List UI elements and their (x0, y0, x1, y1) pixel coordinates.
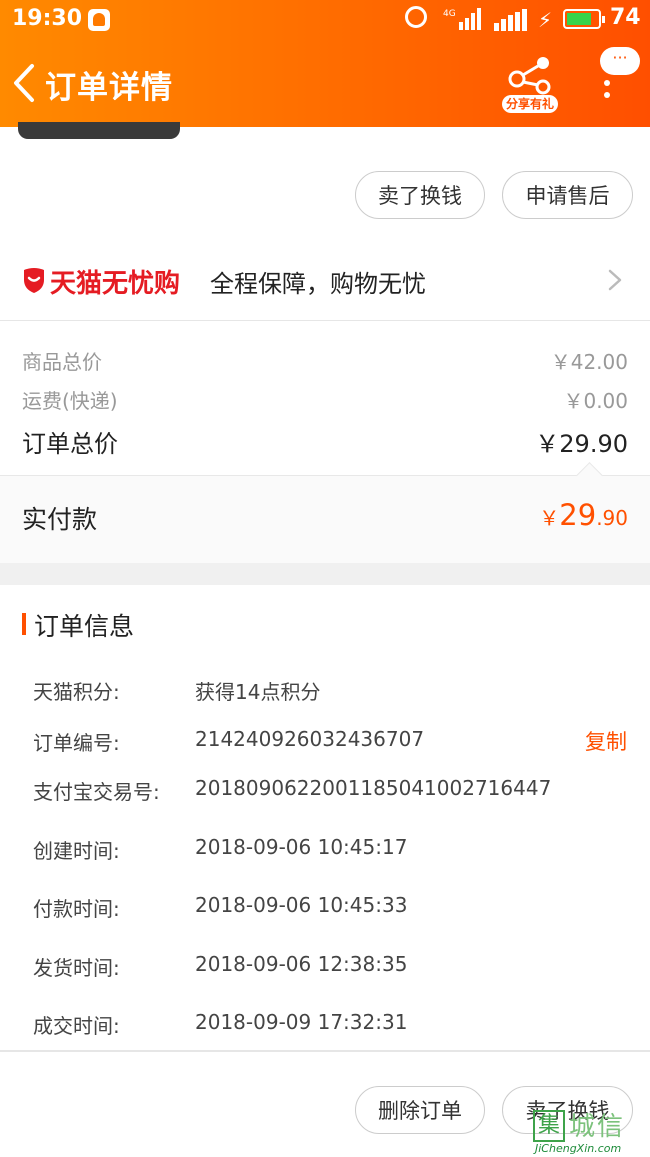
site-watermark: 集 城信 JiChengXin.com (533, 1100, 650, 1155)
paid-decimal: .90 (596, 506, 628, 530)
caret-decoration (576, 462, 603, 489)
goods-total-label: 商品总价 (22, 350, 102, 374)
more-dot (604, 80, 610, 86)
amount-paid-value: ￥29.90 (539, 498, 628, 532)
apply-after-sales-button[interactable]: 申请售后 (502, 171, 633, 219)
info-row-shipped-time: 发货时间: 2018-09-06 12:38:35 (33, 952, 633, 982)
watermark-logo-icon: 集 (533, 1110, 565, 1142)
signal-icon (494, 9, 527, 31)
sell-for-cash-button[interactable]: 卖了换钱 (355, 171, 485, 219)
more-dot (604, 92, 610, 98)
guarantee-text: 全程保障，购物无忧 (210, 270, 426, 298)
info-value: 2018-09-06 12:38:35 (195, 952, 408, 976)
info-row-alipay-trade-no: 支付宝交易号: 2018090622001185041002716447 (33, 776, 633, 806)
info-value: 获得14点积分 (195, 680, 321, 704)
info-key: 付款时间: (33, 897, 120, 921)
guarantee-row[interactable]: 天猫无忧购 全程保障，购物无忧 (0, 240, 650, 321)
page-title: 订单详情 (45, 70, 173, 106)
status-time: 19:30 (12, 6, 83, 31)
info-row-points: 天猫积分: 获得14点积分 (33, 676, 633, 706)
info-value: 2018-09-09 17:32:31 (195, 1010, 408, 1034)
shipping-label: 运费(快递) (22, 389, 118, 413)
share-button[interactable]: 分享有礼 (498, 55, 566, 117)
watermark-en: JiChengXin.com (535, 1142, 622, 1155)
info-key: 天猫积分: (33, 680, 120, 704)
alarm-icon (405, 6, 427, 28)
share-icon (508, 57, 551, 95)
section-divider (0, 563, 650, 585)
info-key: 订单编号: (33, 731, 120, 755)
back-icon[interactable] (10, 62, 40, 104)
message-bubble-icon: ··· (600, 47, 640, 75)
amount-paid-label: 实付款 (22, 505, 98, 534)
info-row-order-number: 订单编号: 214240926032436707 (33, 727, 633, 757)
share-label: 分享有礼 (502, 95, 559, 113)
delete-order-button[interactable]: 删除订单 (355, 1086, 485, 1134)
shipping-row: 运费(快递) ￥0.00 (22, 385, 628, 413)
goods-total-row: 商品总价 ￥42.00 (22, 346, 628, 374)
amount-paid-box: 实付款 ￥29.90 (0, 462, 650, 564)
battery-icon (563, 9, 605, 29)
heading-accent-bar (22, 613, 26, 635)
info-key: 成交时间: (33, 1014, 120, 1038)
more-button[interactable]: ··· (594, 42, 644, 102)
charging-icon: ⚡ (538, 8, 553, 32)
paid-currency: ￥ (539, 506, 560, 530)
goods-total-value: ￥42.00 (550, 350, 628, 374)
order-total-label: 订单总价 (22, 430, 118, 458)
app-header: 19:30 4G ⚡ 74 订单详情 分享有礼 ··· (0, 0, 650, 127)
notification-icon (88, 9, 110, 31)
network-4g-icon: 4G (443, 8, 481, 30)
guarantee-brand: 天猫无忧购 (50, 269, 181, 299)
info-key: 支付宝交易号: (33, 780, 160, 804)
network-type-label: 4G (443, 9, 456, 19)
info-row-created-time: 创建时间: 2018-09-06 10:45:17 (33, 835, 633, 865)
info-key: 发货时间: (33, 956, 120, 980)
paid-integer: 29 (559, 498, 597, 532)
info-value: 2018090622001185041002716447 (195, 776, 552, 800)
watermark-cn: 城信 (569, 1112, 626, 1142)
copy-order-number-button[interactable]: 复制 (585, 726, 627, 756)
battery-percent: 74 (610, 5, 641, 30)
info-value: 2018-09-06 10:45:33 (195, 893, 408, 917)
product-thumbnail[interactable] (18, 122, 180, 139)
info-row-completed-time: 成交时间: 2018-09-09 17:32:31 (33, 1010, 633, 1040)
tmall-shield-icon (24, 268, 44, 293)
info-value: 2018-09-06 10:45:17 (195, 835, 408, 859)
shipping-value: ￥0.00 (563, 389, 628, 413)
chevron-right-icon (608, 269, 622, 291)
order-total-row: 订单总价 ￥29.90 (22, 424, 628, 458)
info-key: 创建时间: (33, 839, 120, 863)
order-total-value: ￥29.90 (535, 430, 628, 458)
info-value[interactable]: 214240926032436707 (195, 727, 424, 751)
status-bar: 19:30 4G ⚡ 74 (0, 0, 650, 40)
order-info-title: 订单信息 (34, 612, 135, 641)
info-row-paid-time: 付款时间: 2018-09-06 10:45:33 (33, 893, 633, 923)
